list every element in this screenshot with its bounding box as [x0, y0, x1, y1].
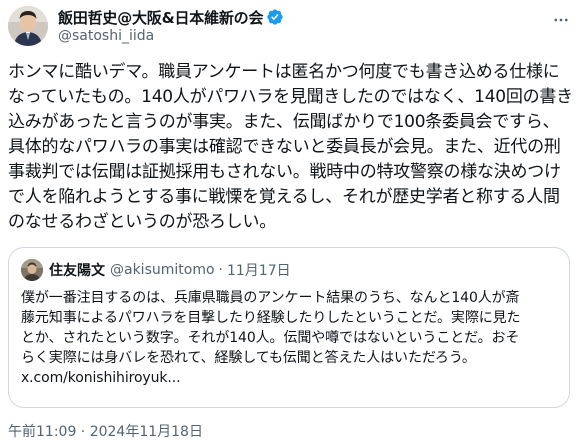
avatar[interactable] — [8, 6, 48, 46]
tweet-timestamp[interactable]: 午前11:09 · 2024年11月18日 — [8, 421, 203, 441]
quoted-date: 11月17日 — [226, 263, 291, 279]
more-options-icon[interactable] — [551, 10, 571, 30]
tweet-text: ホンマに酷いデマ。職員アンケートは匿名かつ何度でも書き込める仕様に なっていたも… — [8, 62, 573, 232]
quoted-tweet[interactable]: 住友陽文 @akisumitomo · 11月17日 僕が一番注目するのは、兵庫… — [8, 247, 570, 408]
tweet-header: 飯田哲史@大阪&日本維新の会 @satoshi_iida — [8, 6, 575, 50]
quoted-tweet-header: 住友陽文 @akisumitomo · 11月17日 — [21, 259, 291, 281]
quoted-avatar — [21, 259, 43, 281]
author-display-name[interactable]: 飯田哲史@大阪&日本維新の会 — [58, 7, 263, 28]
quoted-separator: · — [218, 262, 223, 278]
author-name-row: 飯田哲史@大阪&日本維新の会 — [58, 7, 284, 27]
author-handle[interactable]: @satoshi_iida — [58, 28, 284, 44]
tweet-card: 飯田哲史@大阪&日本維新の会 @satoshi_iida ホンマに酷いデマ。職員… — [0, 0, 583, 444]
quoted-handle: @akisumitomo — [110, 262, 215, 278]
quoted-tweet-text: 僕が一番注目するのは、兵庫県職員のアンケート結果のうち、なんと140人が斎 藤元… — [21, 290, 521, 386]
verified-badge-icon — [266, 8, 284, 26]
quoted-display-name: 住友陽文 — [49, 263, 105, 279]
author-info: 飯田哲史@大阪&日本維新の会 @satoshi_iida — [58, 7, 284, 44]
